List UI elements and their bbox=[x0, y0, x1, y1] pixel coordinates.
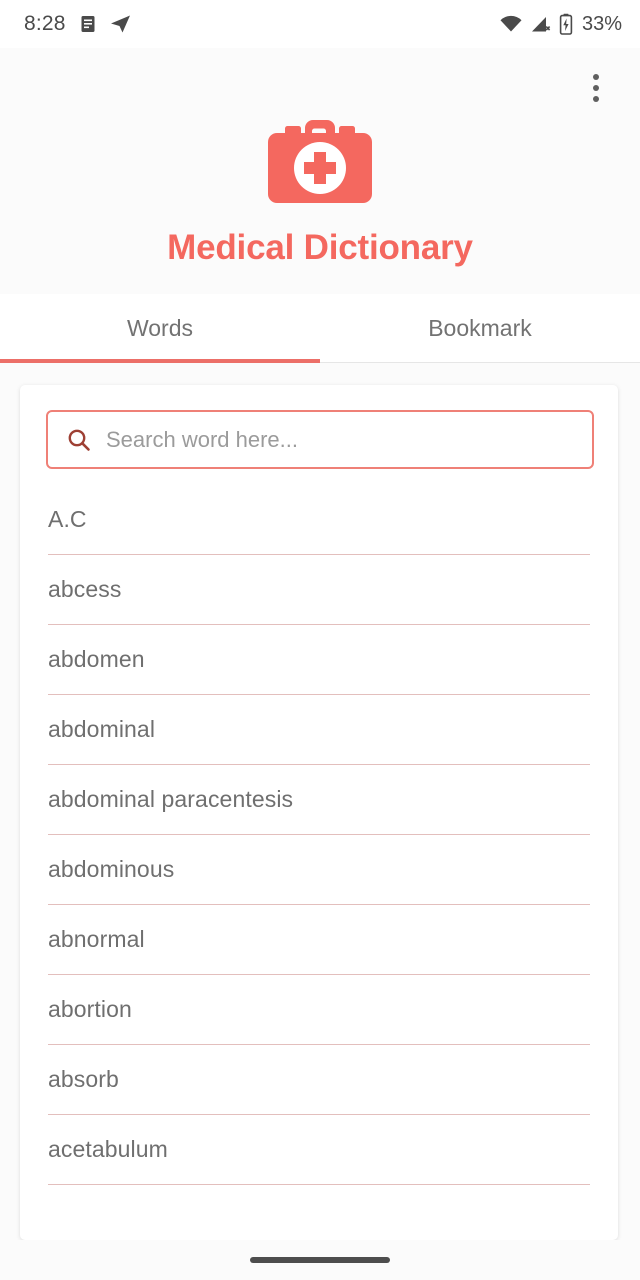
medical-briefcase-icon bbox=[255, 100, 385, 210]
word-label: abdominous bbox=[48, 856, 175, 882]
list-item[interactable]: abdomen bbox=[48, 625, 590, 695]
list-item[interactable]: acid bbox=[48, 1185, 590, 1240]
word-label: abnormal bbox=[48, 926, 145, 952]
search-icon bbox=[66, 427, 92, 453]
list-item[interactable]: abdominous bbox=[48, 835, 590, 905]
word-label: abdomen bbox=[48, 646, 145, 672]
word-list-card: A.C abcess abdomen abdominal abdominal p… bbox=[20, 385, 618, 1240]
list-item[interactable]: abcess bbox=[48, 555, 590, 625]
telegram-send-icon bbox=[110, 14, 132, 34]
tab-bookmark[interactable]: Bookmark bbox=[320, 294, 640, 362]
overflow-dot-icon bbox=[593, 85, 599, 91]
tab-bar: Words Bookmark bbox=[0, 294, 640, 363]
system-navigation-bar bbox=[0, 1240, 640, 1280]
app-header: Medical Dictionary bbox=[0, 100, 640, 268]
status-time: 8:28 bbox=[24, 12, 66, 35]
status-bar-right: 33% bbox=[499, 13, 622, 36]
list-item[interactable]: absorb bbox=[48, 1045, 590, 1115]
word-label: A.C bbox=[48, 506, 87, 532]
home-gesture-pill[interactable] bbox=[250, 1257, 390, 1263]
status-bar-left: 8:28 bbox=[24, 12, 132, 36]
search-input[interactable] bbox=[106, 426, 546, 453]
word-label: acetabulum bbox=[48, 1136, 168, 1162]
notification-note-icon bbox=[78, 14, 98, 34]
word-label: abdominal bbox=[48, 716, 156, 742]
word-label: abortion bbox=[48, 996, 132, 1022]
list-item[interactable]: abdominal paracentesis bbox=[48, 765, 590, 835]
list-item[interactable]: abdominal bbox=[48, 695, 590, 765]
battery-charging-icon bbox=[559, 13, 573, 35]
tab-words[interactable]: Words bbox=[0, 294, 320, 363]
tab-bookmark-label: Bookmark bbox=[428, 314, 532, 341]
wifi-icon bbox=[499, 14, 523, 34]
battery-percent-label: 33% bbox=[581, 12, 622, 35]
list-item[interactable]: abortion bbox=[48, 975, 590, 1045]
overflow-dot-icon bbox=[593, 74, 599, 80]
word-list[interactable]: A.C abcess abdomen abdominal abdominal p… bbox=[20, 485, 618, 1240]
word-label: abdominal paracentesis bbox=[48, 786, 294, 812]
list-item[interactable]: abnormal bbox=[48, 905, 590, 975]
tab-words-label: Words bbox=[126, 314, 194, 341]
search-box[interactable] bbox=[46, 410, 594, 469]
cellular-no-signal-icon bbox=[530, 14, 552, 34]
word-label: absorb bbox=[48, 1066, 119, 1092]
page-title: Medical Dictionary bbox=[167, 228, 473, 267]
list-item[interactable]: A.C bbox=[48, 485, 590, 555]
list-item[interactable]: acetabulum bbox=[48, 1115, 590, 1185]
word-label: abcess bbox=[48, 576, 122, 602]
status-bar: 8:28 33% bbox=[0, 0, 640, 48]
